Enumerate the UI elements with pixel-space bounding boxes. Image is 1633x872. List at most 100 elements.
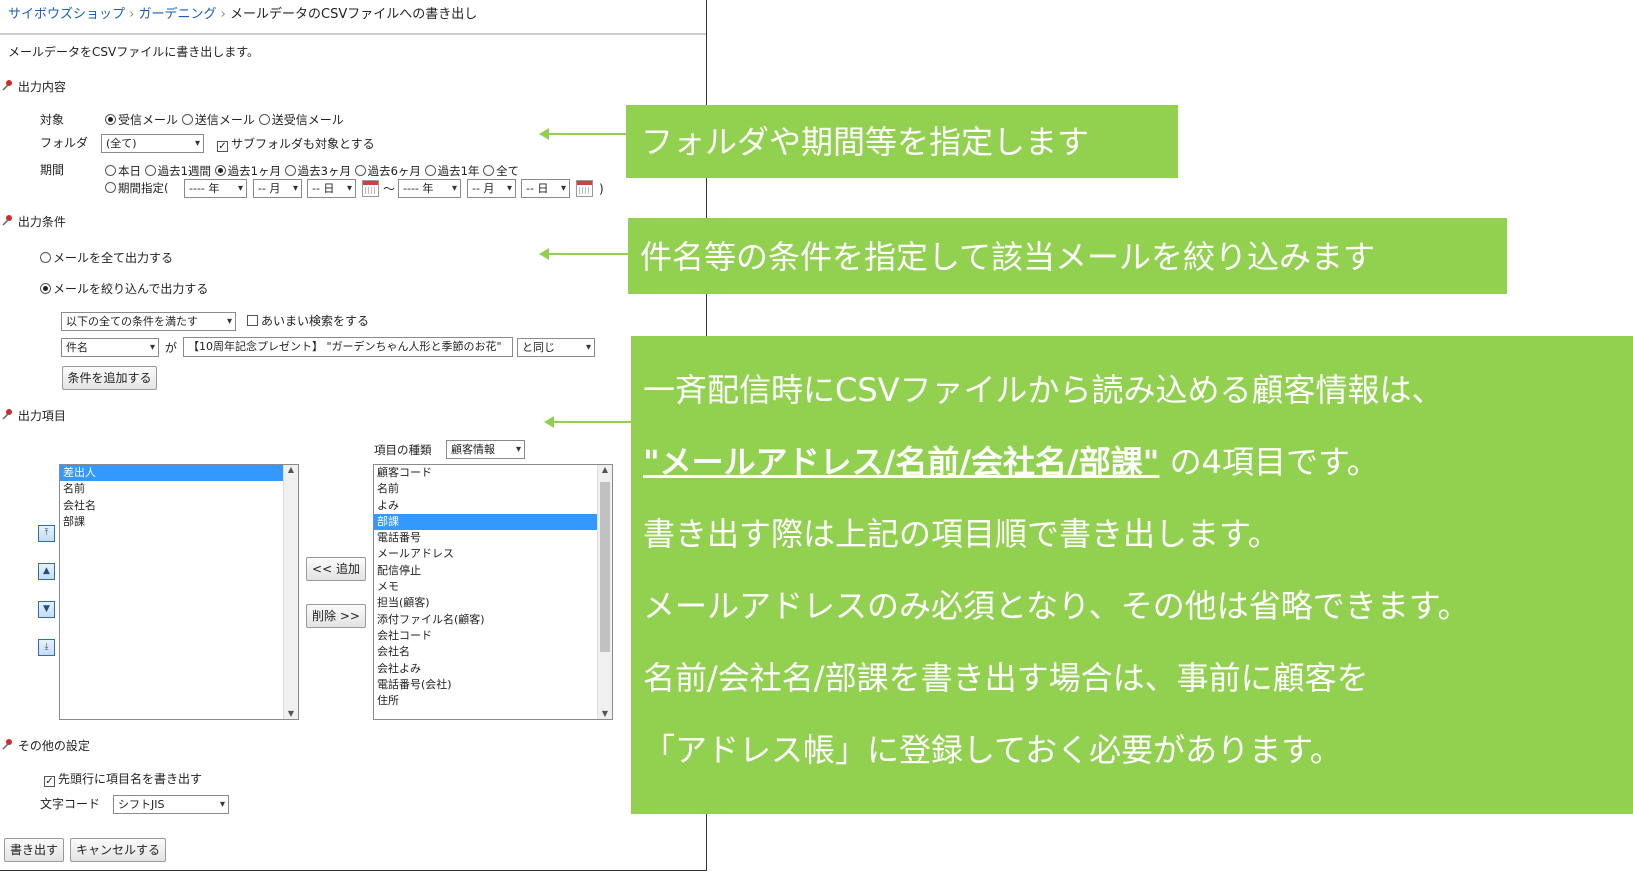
selected-list-scrollbar[interactable]: ▲ ▼ xyxy=(283,465,298,719)
callout-items-line2: "メールアドレス/名前/会社名/部課" の4項目です。 xyxy=(643,426,1470,498)
list-item[interactable]: 担当(顧客) xyxy=(374,595,612,611)
section-title-condition: 出力条件 xyxy=(2,214,66,230)
start-year-select[interactable]: ---- 年 ▾ xyxy=(184,179,247,198)
list-item[interactable]: 電話番号 xyxy=(374,530,612,546)
callout-condition: 件名等の条件を指定して該当メールを絞り込みます xyxy=(628,218,1507,294)
callout-items-line3: 書き出す際は上記の項目順で書き出します。 xyxy=(643,515,1280,553)
available-list-scrollbar[interactable]: ▲ ▼ xyxy=(597,465,612,719)
move-up-button[interactable]: ▲ xyxy=(38,563,55,580)
encoding-label: 文字コード xyxy=(40,797,101,811)
section-title-other: その他の設定 xyxy=(2,738,90,754)
condition-radio-all[interactable]: メールを全て出力する xyxy=(40,250,173,266)
breadcrumb-divider xyxy=(0,33,706,35)
callout-items: 一斉配信時にCSVファイルから読み込める顧客情報は、 "メールアドレス/名前/会… xyxy=(631,336,1633,814)
breadcrumb-separator: › xyxy=(129,7,135,22)
pin-icon xyxy=(2,738,14,750)
list-item[interactable]: 住所 xyxy=(374,693,612,709)
breadcrumb-link-gardening[interactable]: ガーデニング xyxy=(139,7,217,22)
callout-items-highlight: "メールアドレス/名前/会社名/部課" xyxy=(643,443,1160,481)
header-row-label: 先頭行に項目名を書き出す xyxy=(58,772,203,786)
pin-icon xyxy=(2,79,14,91)
target-radio-received[interactable]: 受信メール xyxy=(105,113,178,127)
condition-radio-filter[interactable]: メールを絞り込んで出力する xyxy=(40,281,208,297)
period-close-paren: ) xyxy=(599,182,604,196)
list-item[interactable]: 名前 xyxy=(60,481,298,497)
list-item[interactable]: 会社名 xyxy=(60,498,298,514)
period-label: 期間 xyxy=(40,163,65,177)
add-item-button[interactable]: << 追加 xyxy=(306,557,366,581)
period-radio-3months[interactable]: 過去3ヶ月 xyxy=(284,164,351,178)
callout-arrow-2 xyxy=(539,248,628,260)
list-item[interactable]: メモ xyxy=(374,579,612,595)
move-top-button[interactable]: ⤒ xyxy=(38,525,55,542)
export-button[interactable]: 書き出す xyxy=(4,838,64,862)
period-radio-6months[interactable]: 過去6ヶ月 xyxy=(354,164,421,178)
move-down-button[interactable]: ▼ xyxy=(38,601,55,618)
fuzzy-search-label: あいまい検索をする xyxy=(261,314,370,328)
breadcrumb-separator: › xyxy=(220,7,226,22)
start-month-select[interactable]: -- 月 ▾ xyxy=(253,179,302,198)
list-item[interactable]: 配信停止 xyxy=(374,563,612,579)
condition-keyword-input[interactable]: 【10周年記念プレゼント】 "ガーデンちゃん人形と季節のお花" xyxy=(183,337,513,357)
callout-condition-text: 件名等の条件を指定して該当メールを絞り込みます xyxy=(640,238,1376,276)
period-radio-group: 本日 過去1週間 過去1ヶ月 過去3ヶ月 過去6ヶ月 過去1年 全て xyxy=(105,163,519,179)
period-radio-week[interactable]: 過去1週間 xyxy=(144,164,211,178)
section-title-items: 出力項目 xyxy=(2,408,66,424)
list-item[interactable]: 部課 xyxy=(60,514,298,530)
breadcrumb-link-shop[interactable]: サイボウズショップ xyxy=(8,7,125,22)
callout-folder-period-text: フォルダや期間等を指定します xyxy=(641,123,1090,161)
available-items-list[interactable]: 顧客コード 名前 よみ 部課 電話番号 メールアドレス 配信停止 メモ 担当(顧客) 添付ファイル… xyxy=(373,464,613,720)
start-calendar-icon[interactable] xyxy=(362,180,379,197)
list-item[interactable]: 名前 xyxy=(374,481,612,497)
condition-operator-select[interactable]: と同じ ▾ xyxy=(517,338,595,357)
callout-arrow-3 xyxy=(544,416,631,428)
callout-items-body: 一斉配信時にCSVファイルから読み込める顧客情報は、 "メールアドレス/名前/会… xyxy=(643,354,1470,786)
start-day-select[interactable]: -- 日 ▾ xyxy=(307,179,356,198)
subfolder-checkbox[interactable]: ✓ サブフォルダも対象とする xyxy=(217,136,375,152)
list-item[interactable]: 会社よみ xyxy=(374,661,612,677)
list-item[interactable]: 差出人 xyxy=(60,465,298,482)
list-item[interactable]: 電話番号(会社) xyxy=(374,677,612,693)
cancel-button[interactable]: キャンセルする xyxy=(70,838,166,862)
encoding-select[interactable]: シフトJIS ▾ xyxy=(113,795,229,814)
target-radio-both[interactable]: 送受信メール xyxy=(258,113,344,127)
page-description: メールデータをCSVファイルに書き出します。 xyxy=(8,45,260,59)
export-panel: サイボウズショップ › ガーデニング › メールデータのCSVファイルへの書き出… xyxy=(0,0,707,871)
remove-item-button[interactable]: 削除 >> xyxy=(306,604,366,628)
end-year-select[interactable]: ---- 年 ▾ xyxy=(398,179,461,198)
condition-field-select[interactable]: 件名 ▾ xyxy=(61,338,159,357)
breadcrumb: サイボウズショップ › ガーデニング › メールデータのCSVファイルへの書き出… xyxy=(8,7,477,23)
condition-ga-label: が xyxy=(165,341,178,355)
list-item[interactable]: 添付ファイル名(顧客) xyxy=(374,612,612,628)
callout-items-line5: 名前/会社名/部課を書き出す場合は、事前に顧客を xyxy=(643,659,1369,697)
folder-select[interactable]: (全て) ▾ xyxy=(101,134,204,153)
list-item[interactable]: 会社コード xyxy=(374,628,612,644)
list-item[interactable]: よみ xyxy=(374,498,612,514)
period-radio-month[interactable]: 過去1ヶ月 xyxy=(214,164,281,178)
target-label: 対象 xyxy=(40,113,65,127)
item-kind-label: 項目の種類 xyxy=(374,443,432,457)
add-condition-button[interactable]: 条件を追加する xyxy=(62,366,157,390)
end-month-select[interactable]: -- 月 ▾ xyxy=(467,179,516,198)
end-day-select[interactable]: -- 日 ▾ xyxy=(521,179,570,198)
list-item[interactable]: 顧客コード xyxy=(374,465,612,481)
move-bottom-button[interactable]: ⤓ xyxy=(38,639,55,656)
pin-icon xyxy=(2,408,14,420)
period-radio-all[interactable]: 全て xyxy=(483,164,519,178)
item-kind-select[interactable]: 顧客情報 ▾ xyxy=(446,440,525,459)
period-radio-today[interactable]: 本日 xyxy=(105,164,141,178)
subfolder-label: サブフォルダも対象とする xyxy=(231,137,375,151)
list-item[interactable]: 会社名 xyxy=(374,644,612,660)
period-radio-custom[interactable]: 期間指定( xyxy=(105,180,169,196)
callout-folder-period: フォルダや期間等を指定します xyxy=(626,105,1178,178)
end-calendar-icon[interactable] xyxy=(576,180,593,197)
fuzzy-search-checkbox[interactable]: あいまい検索をする xyxy=(247,313,369,329)
list-item[interactable]: メールアドレス xyxy=(374,546,612,562)
target-radio-sent[interactable]: 送信メール xyxy=(181,113,255,127)
list-item[interactable]: 部課 xyxy=(374,513,612,531)
selected-items-list[interactable]: 差出人 名前 会社名 部課 ▲ ▼ xyxy=(59,464,299,720)
section-title-content: 出力内容 xyxy=(2,79,66,95)
header-row-checkbox[interactable]: ✓ 先頭行に項目名を書き出す xyxy=(44,771,202,787)
period-radio-year[interactable]: 過去1年 xyxy=(424,164,479,178)
match-mode-select[interactable]: 以下の全ての条件を満たす ▾ xyxy=(61,312,236,331)
